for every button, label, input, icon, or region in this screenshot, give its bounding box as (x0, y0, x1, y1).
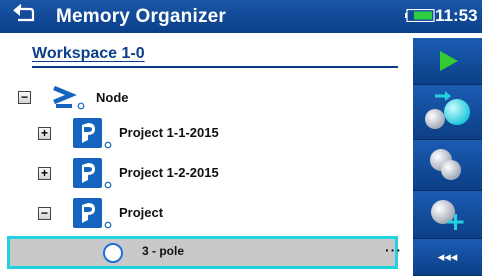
page-title: Memory Organizer (56, 6, 227, 27)
tree-item-project-1[interactable]: + Project 1-1-2015 (0, 114, 400, 152)
battery-icon (405, 9, 435, 22)
clone-icon (430, 149, 461, 180)
workspace-divider (32, 66, 398, 68)
header-bar: Memory Organizer 11:53 (0, 0, 482, 33)
more-options-dots[interactable]: ··· (385, 242, 402, 258)
more-options-button[interactable]: ◂◂◂ (413, 239, 482, 276)
start-test-button[interactable] (413, 38, 482, 85)
right-sidebar: ◂◂◂ (413, 38, 482, 276)
tree-item-label: Project 1-2-2015 (119, 165, 219, 180)
project-icon (73, 158, 112, 189)
clone-item-button[interactable] (413, 140, 482, 191)
tree-node-label: Node (96, 90, 129, 105)
move-item-button[interactable] (413, 85, 482, 140)
expand-icon[interactable]: + (38, 167, 51, 180)
back-arrow-icon[interactable] (10, 4, 36, 26)
more-arrows-icon: ◂◂◂ (437, 249, 458, 264)
measurement-label: 3 - pole (142, 244, 185, 258)
add-item-button[interactable] (413, 191, 482, 239)
clock: 11:53 (435, 6, 478, 25)
expand-icon[interactable]: + (38, 127, 51, 140)
measurement-circle-icon (103, 243, 123, 263)
workspace-title: Workspace 1-0 (32, 45, 145, 62)
project-icon (73, 118, 112, 149)
move-icon (425, 91, 470, 129)
tree-node-row[interactable]: − Node (0, 78, 400, 116)
collapse-icon[interactable]: − (18, 91, 31, 104)
project-icon (73, 198, 112, 229)
play-icon (440, 51, 458, 71)
tree-item-project-2[interactable]: + Project 1-2-2015 (0, 154, 400, 192)
selected-measurement-row[interactable]: 3 - pole ··· (7, 236, 401, 269)
add-icon (431, 200, 464, 230)
tree-item-label: Project (119, 205, 164, 220)
tree-item-project-3[interactable]: − Project (0, 194, 400, 232)
tree-item-label: Project 1-1-2015 (119, 125, 219, 140)
collapse-icon[interactable]: − (38, 207, 51, 220)
node-prompt-icon (53, 85, 85, 110)
